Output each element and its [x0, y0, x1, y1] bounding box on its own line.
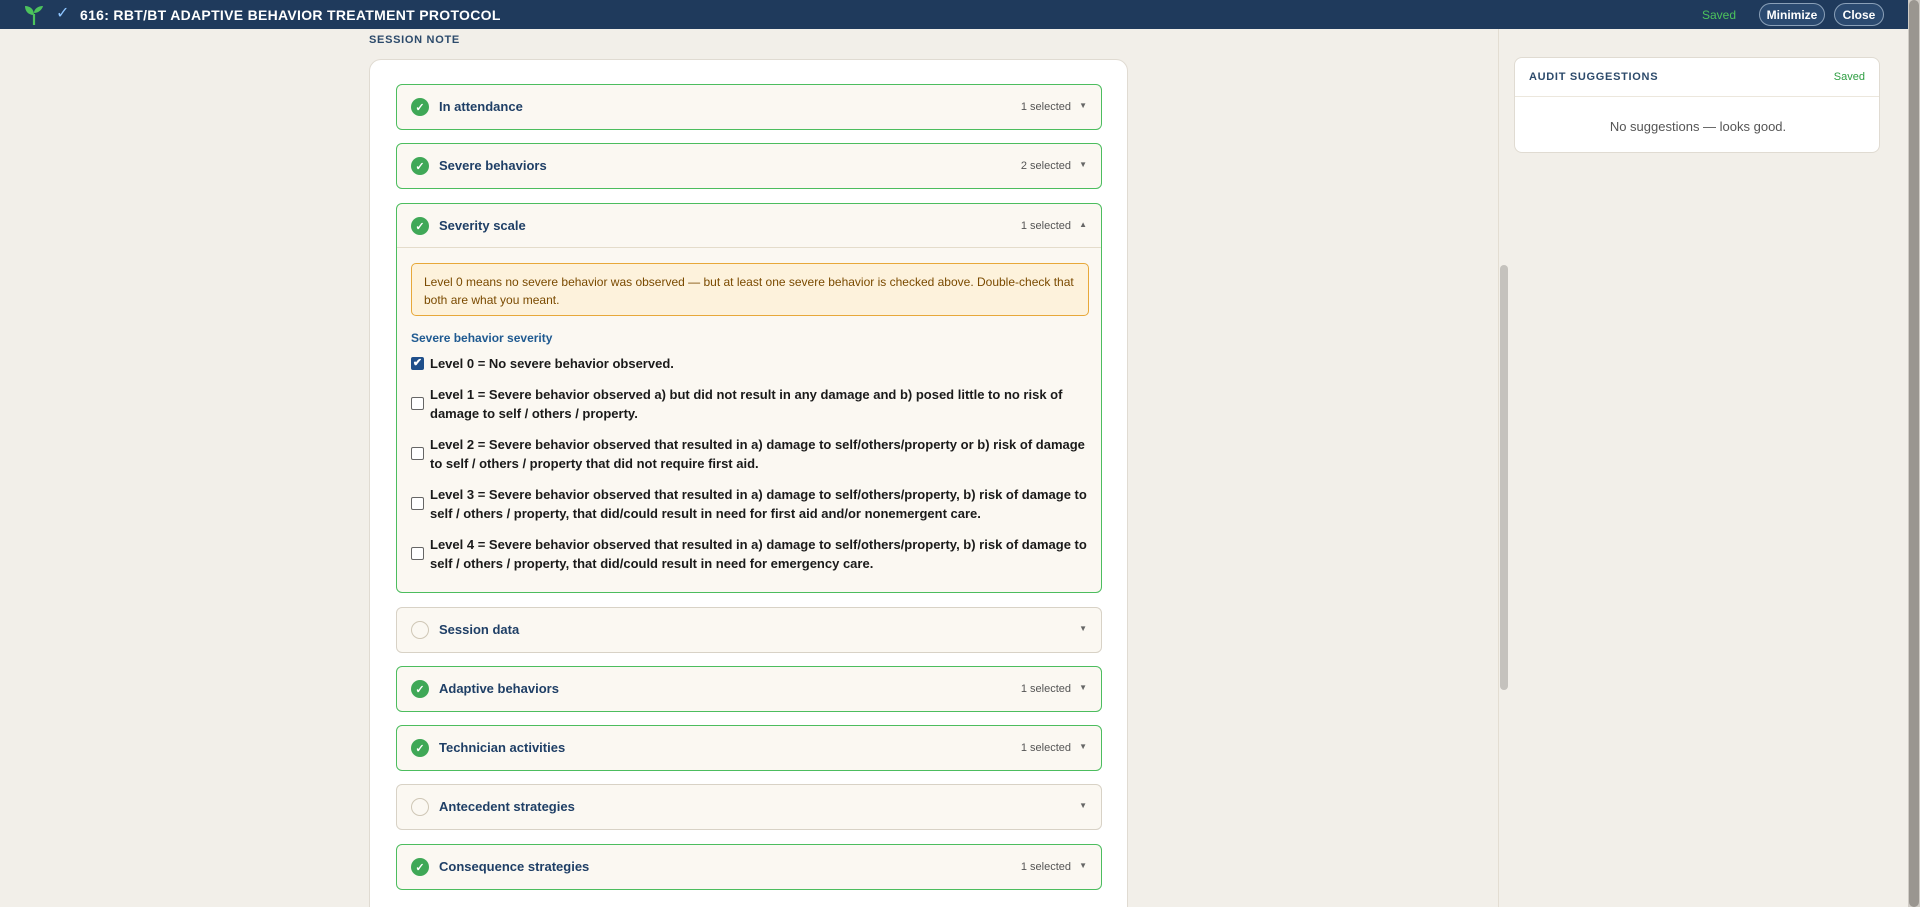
accordion-title: Consequence strategies — [439, 859, 590, 874]
selected-count: 1 selected — [1020, 683, 1071, 695]
accordion-title: Session data — [439, 622, 520, 637]
section-label: SESSION NOTE — [369, 34, 460, 46]
accordion-header[interactable]: Antecedent strategies ▼ — [397, 785, 1101, 829]
accordion-header[interactable]: ✓ Adaptive behaviors 1 selected ▼ — [397, 667, 1101, 711]
complete-check-icon: ✓ — [411, 680, 429, 698]
accordion-severe-behaviors[interactable]: ✓ Severe behaviors 2 selected ▼ — [396, 143, 1102, 189]
option-label: Level 4 = Severe behavior observed that … — [430, 537, 1087, 571]
accordion-title: Technician activities — [439, 740, 566, 755]
accordion-title: Adaptive behaviors — [439, 681, 559, 696]
page-scrollbar-thumb[interactable] — [1909, 0, 1919, 907]
accordion-adaptive-behaviors[interactable]: ✓ Adaptive behaviors 1 selected ▼ — [396, 666, 1102, 712]
audit-title: AUDIT SUGGESTIONS — [1529, 71, 1659, 83]
accordion-header[interactable]: ✓ Severity scale 1 selected ▲ — [397, 204, 1101, 248]
accordion-consequence-strategies[interactable]: ✓ Consequence strategies 1 selected ▼ — [396, 844, 1102, 890]
checkbox[interactable] — [411, 497, 424, 510]
option-label: Level 0 = No severe behavior observed. — [430, 356, 674, 371]
checkbox-checked[interactable]: ✔ — [411, 357, 424, 370]
complete-check-icon: ✓ — [411, 739, 429, 757]
accordion-header[interactable]: ✓ Consequence strategies 1 selected ▼ — [397, 845, 1101, 889]
chevron-down-icon: ▼ — [1079, 683, 1087, 692]
saved-status: Saved — [1702, 8, 1737, 22]
accordion-title: Severity scale — [439, 218, 526, 233]
accordion-header[interactable]: ✓ Technician activities 1 selected ▼ — [397, 726, 1101, 770]
warning-message: Level 0 means no severe behavior was obs… — [411, 263, 1089, 316]
chevron-down-icon: ▼ — [1079, 861, 1087, 870]
incomplete-circle-icon — [411, 798, 429, 816]
selected-count: 1 selected — [1020, 101, 1071, 113]
accordion-title: Severe behaviors — [439, 158, 547, 173]
audit-header: AUDIT SUGGESTIONS Saved — [1515, 58, 1879, 97]
sprout-logo-icon — [25, 6, 43, 25]
selected-count: 1 selected — [1020, 220, 1071, 232]
chevron-down-icon: ▼ — [1079, 742, 1087, 751]
selected-count: 2 selected — [1020, 160, 1071, 172]
page-title: 616: RBT/BT ADAPTIVE BEHAVIOR TREATMENT … — [80, 7, 501, 23]
chevron-down-icon: ▼ — [1079, 801, 1087, 810]
checkbox[interactable] — [411, 397, 424, 410]
incomplete-circle-icon — [411, 621, 429, 639]
accordion-title: Antecedent strategies — [439, 799, 575, 814]
panel-scrollbar[interactable] — [1500, 265, 1508, 690]
chevron-down-icon: ▼ — [1079, 101, 1087, 110]
minimize-button[interactable]: Minimize — [1759, 3, 1825, 26]
close-button[interactable]: Close — [1834, 3, 1884, 26]
chevron-down-icon: ▼ — [1079, 624, 1087, 633]
complete-check-icon: ✓ — [411, 157, 429, 175]
chevron-up-icon: ▲ — [1079, 220, 1087, 229]
checkbox[interactable] — [411, 447, 424, 460]
selected-count: 1 selected — [1020, 861, 1071, 873]
complete-check-icon: ✓ — [411, 98, 429, 116]
complete-check-icon: ✓ — [411, 858, 429, 876]
top-bar: ✓ 616: RBT/BT ADAPTIVE BEHAVIOR TREATMEN… — [0, 0, 1920, 29]
option-label: Level 1 = Severe behavior observed a) bu… — [430, 387, 1063, 421]
accordion-header[interactable]: Session data ▼ — [397, 608, 1101, 652]
chevron-down-icon: ▼ — [1079, 160, 1087, 169]
audit-saved-status: Saved — [1833, 71, 1865, 83]
severity-label: Severe behavior severity — [411, 331, 553, 345]
accordion-header[interactable]: ✓ In attendance 1 selected ▼ — [397, 85, 1101, 129]
accordion-in-attendance[interactable]: ✓ In attendance 1 selected ▼ — [396, 84, 1102, 130]
accordion-header[interactable]: ✓ Severe behaviors 2 selected ▼ — [397, 144, 1101, 188]
audit-suggestions-panel: AUDIT SUGGESTIONS Saved No suggestions —… — [1514, 57, 1880, 153]
check-icon: ✓ — [56, 5, 70, 22]
accordion-title: In attendance — [439, 99, 523, 114]
right-panel — [1498, 29, 1920, 907]
option-label: Level 3 = Severe behavior observed that … — [430, 487, 1087, 521]
selected-count: 1 selected — [1020, 742, 1071, 754]
audit-message: No suggestions — looks good. — [1609, 119, 1787, 134]
complete-check-icon: ✓ — [411, 217, 429, 235]
option-label: Level 2 = Severe behavior observed that … — [430, 437, 1085, 471]
accordion-severity-scale: ✓ Severity scale 1 selected ▲ Level 0 me… — [396, 203, 1102, 593]
accordion-technician-activities[interactable]: ✓ Technician activities 1 selected ▼ — [396, 725, 1102, 771]
checkbox[interactable] — [411, 547, 424, 560]
accordion-antecedent-strategies[interactable]: Antecedent strategies ▼ — [396, 784, 1102, 830]
accordion-session-data[interactable]: Session data ▼ — [396, 607, 1102, 653]
